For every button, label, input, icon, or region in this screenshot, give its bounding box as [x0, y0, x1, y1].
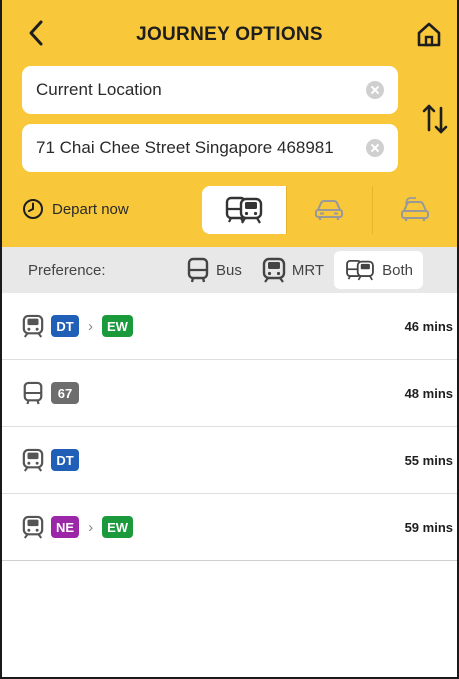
app-frame: JOURNEY OPTIONS Current Location 71 Chai…	[0, 0, 459, 679]
train-icon	[262, 257, 286, 283]
tab-taxi[interactable]	[371, 186, 457, 234]
preference-both-label: Both	[382, 261, 413, 279]
preference-label: Preference:	[28, 261, 106, 279]
clear-destination-icon[interactable]	[366, 139, 384, 157]
top-bar: JOURNEY OPTIONS	[2, 0, 457, 62]
journey-header: JOURNEY OPTIONS Current Location 71 Chai…	[2, 0, 457, 247]
page-title: JOURNEY OPTIONS	[136, 24, 323, 45]
chevron-right-icon: ›	[88, 317, 93, 335]
depart-label: Depart now	[52, 200, 129, 218]
preference-bar: Preference: Bus MRT Both	[2, 247, 457, 293]
bus-badge-67: 67	[51, 382, 79, 404]
origin-input[interactable]: Current Location	[22, 66, 398, 114]
route-option-2[interactable]: 67 48 mins	[2, 360, 457, 427]
destination-text: 71 Chai Chee Street Singapore 468981	[36, 138, 334, 157]
home-icon[interactable]	[415, 20, 443, 48]
origin-text: Current Location	[36, 80, 162, 99]
preference-mrt-label: MRT	[291, 261, 325, 279]
clear-origin-icon[interactable]	[366, 81, 384, 99]
line-badge-ne: NE	[51, 516, 80, 538]
swap-icon[interactable]	[420, 102, 450, 136]
preference-both[interactable]: Both	[334, 251, 423, 289]
bus-train-icon	[346, 259, 374, 281]
destination-input[interactable]: 71 Chai Chee Street Singapore 468981	[22, 124, 398, 172]
clock-icon	[23, 199, 43, 219]
line-badge-dt: DT	[51, 315, 79, 337]
chevron-right-icon: ›	[88, 518, 94, 536]
route-duration: 48 mins	[404, 385, 453, 401]
route-results: DT › EW 46 mins 67 48 mins DT 55 mins NE…	[2, 293, 457, 561]
train-icon	[22, 448, 44, 472]
tab-car[interactable]	[286, 186, 371, 234]
tab-transit[interactable]	[202, 186, 287, 234]
train-icon	[22, 314, 44, 338]
route-duration: 46 mins	[404, 318, 453, 334]
preference-bus-label: Bus	[216, 261, 242, 279]
bus-icon	[23, 381, 43, 405]
train-icon	[22, 515, 44, 539]
line-badge-dt: DT	[51, 449, 79, 471]
route-duration: 55 mins	[404, 452, 453, 468]
route-duration: 59 mins	[404, 519, 453, 535]
taxi-icon	[400, 197, 429, 221]
transport-mode-tabs	[202, 186, 457, 234]
route-option-4[interactable]: NE › EW 59 mins	[2, 494, 457, 561]
car-icon	[315, 200, 344, 220]
transit-icon	[225, 196, 263, 224]
line-badge-ew: EW	[102, 315, 133, 337]
route-option-3[interactable]: DT 55 mins	[2, 427, 457, 494]
preference-bus[interactable]: Bus	[176, 251, 252, 289]
depart-now-button[interactable]: Depart now	[22, 198, 129, 220]
bus-icon	[187, 257, 209, 283]
line-badge-ew: EW	[102, 516, 134, 538]
route-option-1[interactable]: DT › EW 46 mins	[2, 293, 457, 360]
preference-mrt[interactable]: MRT	[252, 251, 334, 289]
